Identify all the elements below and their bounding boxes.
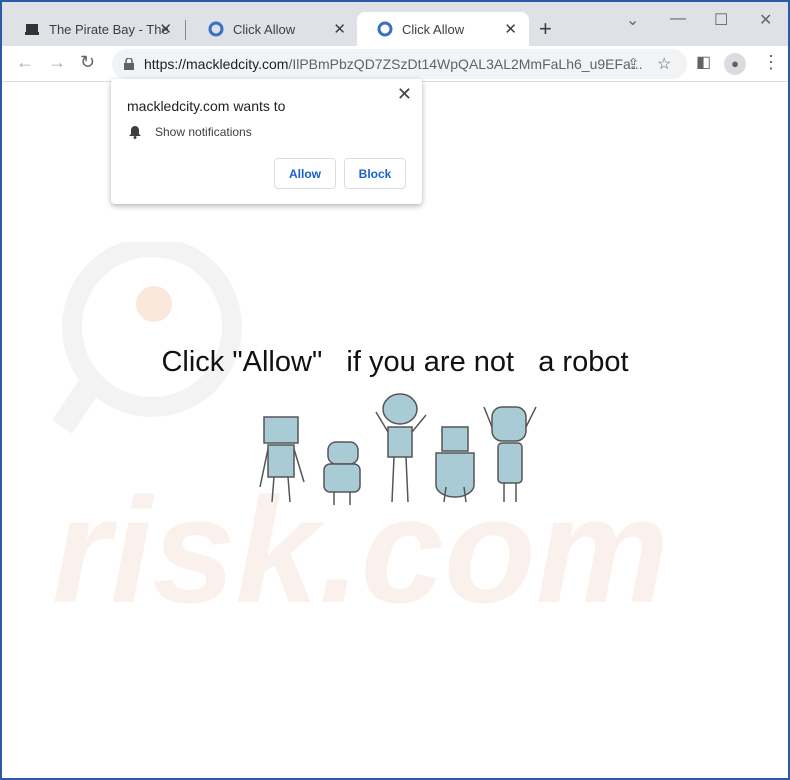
back-icon[interactable]: ← [16,52,34,73]
notification-permission-popup: mackledcity.com wants to ✕ Show notifica… [111,79,422,204]
permission-row: Show notifications [129,125,252,139]
profile-avatar-icon[interactable]: ● [724,53,746,75]
tab-bar: The Pirate Bay - The ✕ Click Allow ✕ Cli… [2,2,788,46]
tab-divider [185,20,186,40]
tab-click-allow-1[interactable]: Click Allow ✕ [188,12,358,46]
allow-button[interactable]: Allow [274,158,336,189]
bookmark-star-icon[interactable]: ☆ [657,54,671,74]
url-host: https://mackledcity.com [144,56,289,72]
side-panel-icon[interactable]: ◧ [696,52,711,72]
minimize-button[interactable]: — [670,10,686,28]
new-tab-button[interactable]: + [539,16,552,42]
page-favicon-icon [377,21,393,37]
menu-kebab-icon[interactable]: ⋮ [762,52,780,73]
popup-title: mackledcity.com wants to [127,98,286,114]
lock-icon [124,58,134,70]
bell-icon [129,126,141,139]
close-tab-icon[interactable]: ✕ [159,20,172,38]
tab-pirate-bay[interactable]: The Pirate Bay - The ✕ [4,12,184,46]
share-icon[interactable]: ⇪ [627,55,640,73]
tab-click-allow-active[interactable]: Click Allow ✕ [357,12,529,46]
block-button[interactable]: Block [344,158,406,189]
tab-title: The Pirate Bay - The [49,21,169,37]
close-window-button[interactable]: ✕ [759,10,772,30]
robots-illustration [259,393,537,505]
toolbar: ← → ↻ https://mackledcity.com/IlPBmPbzQD… [2,46,788,82]
address-bar[interactable]: https://mackledcity.com/IlPBmPbzQD7ZSzDt… [112,49,687,79]
page-headline: Click "Allow" if you are not a robot [161,346,629,378]
tab-title: Click Allow [233,21,296,37]
maximize-button[interactable]: ☐ [714,10,728,30]
close-tab-icon[interactable]: ✕ [504,20,517,38]
permission-label: Show notifications [155,125,252,139]
close-tab-icon[interactable]: ✕ [333,20,346,38]
page-favicon-icon [208,21,224,37]
tab-search-icon[interactable]: ⌄ [626,10,639,30]
forward-icon[interactable]: → [48,52,66,73]
browser-window: The Pirate Bay - The ✕ Click Allow ✕ Cli… [0,0,790,780]
url-path: /IlPBmPbzQD7ZSzDt14WpQAL3AL2MmFaLh6_u9EF… [288,56,643,72]
pirate-ship-icon [25,24,39,35]
tab-title: Click Allow [402,21,465,37]
popup-close-icon[interactable]: ✕ [397,84,412,105]
reload-icon[interactable]: ↻ [80,52,95,73]
